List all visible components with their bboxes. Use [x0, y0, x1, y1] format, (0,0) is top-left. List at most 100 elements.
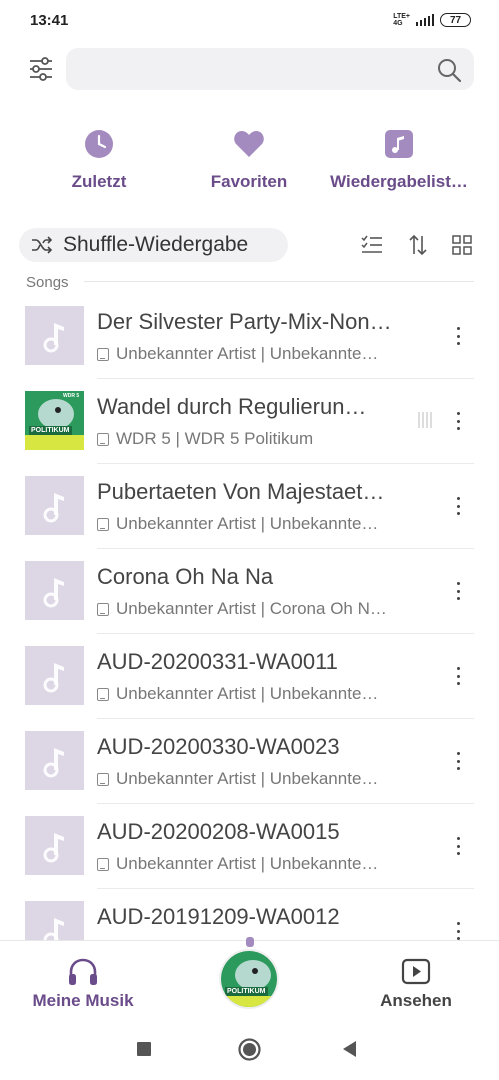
sort-icon[interactable]: [407, 234, 429, 256]
clock-icon: [85, 130, 113, 158]
headphones-icon: [69, 958, 97, 985]
song-artwork: [25, 646, 84, 705]
status-bar: 13:41 LTE+ 4G 77: [0, 0, 499, 40]
nav-watch[interactable]: Ansehen: [346, 957, 486, 1011]
music-note-icon: [43, 917, 64, 940]
song-row[interactable]: Pubertaeten Von Majestaet… Unbekannter Ar…: [0, 464, 499, 549]
battery-icon: 77: [440, 13, 471, 27]
song-subtitle: Unbekannter Artist | Unbekannte…: [97, 514, 411, 534]
song-list[interactable]: Der Silvester Party-Mix-Non… Unbekannter …: [0, 294, 499, 940]
song-artist-album: Unbekannter Artist | Unbekannte…: [116, 344, 379, 363]
song-artist-album: Unbekannter Artist | Corona Oh N…: [116, 599, 387, 618]
song-artwork: [25, 306, 84, 365]
song-title: Der Silvester Party-Mix-Non…: [97, 309, 392, 334]
more-options-icon[interactable]: [450, 919, 466, 940]
shuffle-icon: [32, 236, 53, 254]
more-options-icon[interactable]: [450, 409, 466, 433]
song-artwork: [25, 731, 84, 790]
quick-recent-label: Zuletzt: [71, 172, 127, 191]
song-row[interactable]: Der Silvester Party-Mix-Non… Unbekannter …: [0, 294, 499, 379]
shuffle-label: Shuffle-Wiedergabe: [63, 233, 249, 256]
song-artwork: POLITIKUM WDR 5: [25, 391, 84, 450]
song-artwork: [25, 816, 84, 875]
playing-equalizer-icon: [418, 412, 432, 428]
device-storage-icon: [97, 687, 109, 701]
song-artist-album: Unbekannter Artist | Unbekannte…: [116, 514, 379, 533]
song-row[interactable]: Corona Oh Na Na Unbekannter Artist | Coro…: [0, 549, 499, 634]
song-subtitle: Unbekannter Artist | Unbekannte…: [97, 854, 411, 874]
quick-favorites[interactable]: Favoriten: [164, 126, 334, 192]
shuffle-play-button[interactable]: Shuffle-Wiedergabe: [19, 228, 288, 262]
song-subtitle: WDR 5 | WDR 5 Politikum: [97, 429, 411, 449]
song-artwork: [25, 901, 84, 940]
more-options-icon[interactable]: [450, 749, 466, 773]
song-row[interactable]: AUD-20200330-WA0023 Unbekannter Artist | …: [0, 719, 499, 804]
back-icon[interactable]: [341, 1040, 357, 1058]
signal-icon: [416, 14, 434, 26]
more-options-icon[interactable]: [450, 834, 466, 858]
nav-my-music[interactable]: Meine Musik: [13, 957, 153, 1011]
more-options-icon[interactable]: [450, 579, 466, 603]
song-row[interactable]: AUD-20200208-WA0015 Unbekannter Artist | …: [0, 804, 499, 889]
music-note-icon: [43, 832, 64, 862]
song-title: AUD-20200208-WA0015: [97, 819, 340, 844]
song-title: Wandel durch Regulierun…: [97, 394, 367, 419]
section-divider: [84, 281, 474, 282]
search-icon[interactable]: [436, 57, 462, 83]
device-storage-icon: [97, 772, 109, 786]
status-icons: LTE+ 4G 77: [393, 13, 471, 27]
song-artwork: [25, 561, 84, 620]
now-playing-button[interactable]: POLITIKUM: [219, 949, 279, 1009]
more-options-icon[interactable]: [450, 664, 466, 688]
song-subtitle: Unbekannter Artist | Corona Oh N…: [97, 599, 411, 619]
bottom-navigation: Meine Musik POLITIKUM Ansehen: [0, 937, 499, 1020]
multi-select-icon[interactable]: [361, 234, 383, 256]
nav-my-music-label: Meine Musik: [32, 991, 134, 1010]
song-title: Corona Oh Na Na: [97, 564, 274, 589]
music-note-icon: [43, 747, 64, 777]
song-row[interactable]: POLITIKUM WDR 5 Wandel durch Regulierun… WD…: [0, 379, 499, 464]
system-navigation-bar: [0, 1020, 499, 1080]
song-title: AUD-20200331-WA0011: [97, 649, 338, 674]
video-play-icon: [401, 958, 431, 985]
quick-recent[interactable]: Zuletzt: [14, 126, 184, 192]
song-subtitle: Unbekannter Artist | Unbekannte…: [97, 344, 411, 364]
songs-section-label: Songs: [26, 274, 69, 291]
device-storage-icon: [97, 857, 109, 871]
search-row: [0, 48, 499, 90]
filter-settings-icon[interactable]: [28, 56, 54, 82]
music-note-icon: [43, 577, 64, 607]
quick-favorites-label: Favoriten: [210, 172, 288, 191]
device-storage-icon: [97, 517, 109, 531]
song-subtitle: Unbekannter Artist | Unbekannte…: [97, 684, 411, 704]
heart-icon: [234, 131, 264, 157]
recent-apps-icon[interactable]: [136, 1041, 152, 1057]
quick-playlists[interactable]: Wiedergabelist…: [314, 126, 484, 192]
music-note-icon: [43, 322, 64, 352]
device-storage-icon: [97, 347, 109, 361]
search-input[interactable]: [66, 48, 474, 90]
quick-access: Zuletzt Favoriten Wiedergabelist…: [0, 126, 499, 196]
list-controls: Shuffle-Wiedergabe: [0, 228, 499, 262]
song-artist-album: Unbekannter Artist | Unbekannte…: [116, 769, 379, 788]
battery-level: 77: [449, 14, 462, 26]
more-options-icon[interactable]: [450, 324, 466, 348]
playlist-icon: [385, 130, 413, 158]
more-options-icon[interactable]: [450, 494, 466, 518]
now-playing-artwork: POLITIKUM: [221, 951, 277, 1007]
song-row[interactable]: AUD-20191209-WA0012Unbekannter Artist | …: [0, 889, 499, 940]
song-artist-album: WDR 5 | WDR 5 Politikum: [116, 429, 314, 448]
quick-playlists-label: Wiedergabelist…: [330, 172, 468, 191]
song-artist-album: Unbekannter Artist | Unbekannte…: [116, 854, 379, 873]
home-icon[interactable]: [238, 1038, 261, 1061]
device-storage-icon: [97, 602, 109, 616]
politikum-artwork: POLITIKUM WDR 5: [25, 391, 84, 450]
song-title: AUD-20191209-WA0012: [97, 904, 340, 929]
song-title: AUD-20200330-WA0023: [97, 734, 340, 759]
status-time: 13:41: [30, 11, 69, 29]
song-row[interactable]: AUD-20200331-WA0011 Unbekannter Artist | …: [0, 634, 499, 719]
now-playing-indicator: [246, 937, 254, 947]
song-artist-album: Unbekannter Artist | Unbekannte…: [116, 684, 379, 703]
song-subtitle: Unbekannter Artist | Unbekannte…: [97, 769, 411, 789]
grid-view-icon[interactable]: [451, 234, 473, 256]
